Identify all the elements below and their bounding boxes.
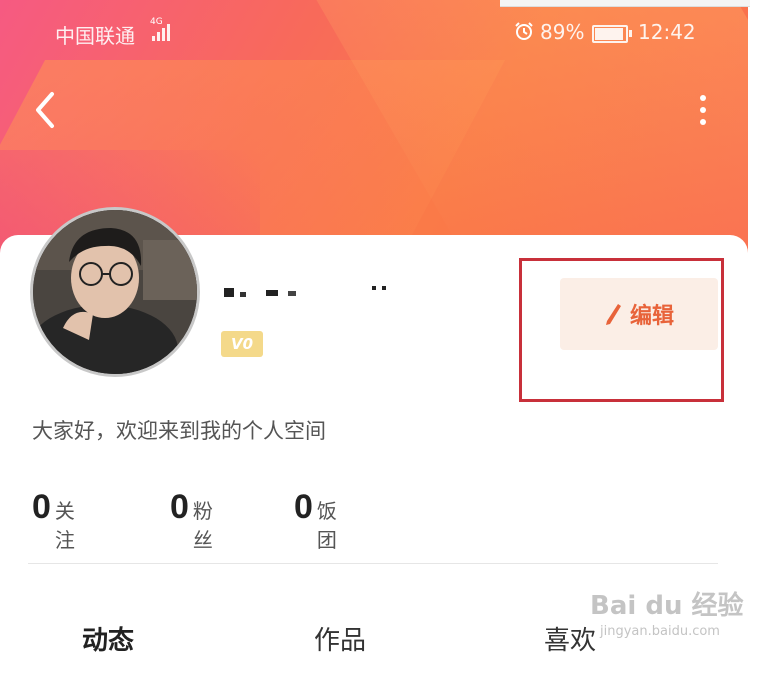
battery-percent: 89% — [540, 20, 585, 44]
network-type: 4G — [150, 17, 163, 27]
tab-zuopin[interactable]: 作品 — [314, 620, 366, 657]
battery-fill — [595, 28, 624, 40]
stat-value: 0 — [32, 488, 51, 526]
signal-icon: 4G — [150, 17, 170, 41]
more-vertical-icon — [700, 95, 706, 101]
carrier-name: 中国联通 — [55, 24, 135, 48]
nickname-redacted — [224, 286, 386, 297]
stat-label: 关注 — [54, 499, 75, 552]
highlight-annotation-box — [519, 258, 724, 402]
stat-label: 饭团 — [316, 499, 337, 552]
level-badge: V0 — [221, 331, 263, 357]
avatar-photo — [33, 210, 197, 374]
battery-icon — [592, 25, 632, 43]
alarm-icon — [515, 22, 533, 40]
watermark-logo: Bai du 经验 — [590, 591, 744, 621]
chevron-left-icon — [36, 92, 54, 128]
stat-value: 0 — [294, 488, 313, 526]
stat-value: 0 — [170, 488, 189, 526]
section-divider — [28, 563, 718, 564]
status-bar: 中国联通 4G 89% 12:42 — [0, 0, 748, 62]
status-time: 12:42 — [638, 20, 696, 44]
watermark-url: jingyan.baidu.com — [600, 624, 720, 639]
tab-dongtai[interactable]: 动态 — [82, 620, 134, 657]
avatar[interactable] — [30, 207, 200, 377]
back-button[interactable] — [28, 88, 64, 132]
stat-following[interactable]: 0 关注 — [32, 488, 75, 553]
profile-bio: 大家好，欢迎来到我的个人空间 — [32, 419, 326, 443]
more-options-button[interactable] — [690, 88, 716, 132]
stat-fans[interactable]: 0 粉丝 — [170, 488, 213, 553]
tab-xihuan[interactable]: 喜欢 — [544, 620, 596, 657]
stat-fantuan[interactable]: 0 饭团 — [294, 488, 337, 553]
stat-label: 粉丝 — [192, 499, 213, 552]
